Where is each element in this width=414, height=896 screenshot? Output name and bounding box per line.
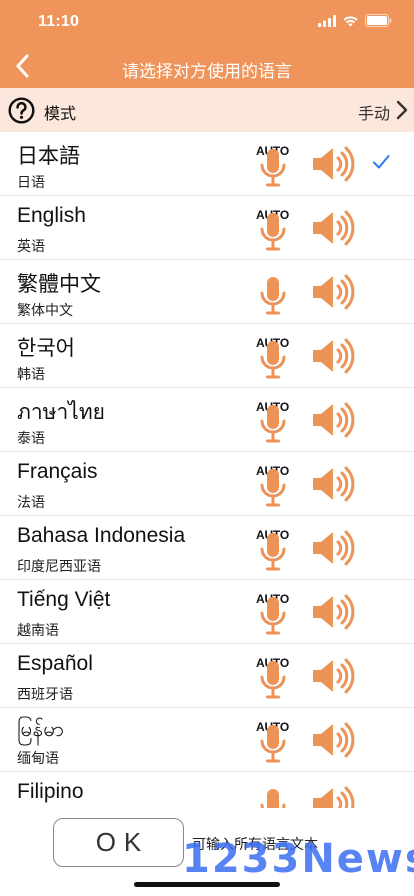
header: 11:10 请选择对方使用的语言 bbox=[0, 0, 414, 88]
page-title: 请选择对方使用的语言 bbox=[122, 62, 292, 81]
signal-icon bbox=[318, 14, 336, 27]
speaker-icon[interactable] bbox=[312, 594, 356, 630]
speaker-icon[interactable] bbox=[312, 466, 356, 502]
language-item[interactable]: Filipino bbox=[0, 772, 414, 808]
language-name: မြန်မာ bbox=[17, 718, 65, 741]
language-subtitle: 缅甸语 bbox=[17, 750, 59, 766]
microphone-icon[interactable] bbox=[259, 788, 287, 808]
question-circle-icon[interactable] bbox=[8, 97, 35, 124]
status-time: 11:10 bbox=[38, 13, 80, 30]
speaker-icon[interactable] bbox=[312, 722, 356, 758]
language-name: Español bbox=[17, 652, 93, 675]
language-item[interactable]: 繁體中文 繁体中文 bbox=[0, 260, 414, 324]
wifi-icon bbox=[343, 15, 358, 26]
microphone-icon[interactable] bbox=[259, 212, 287, 252]
language-subtitle: 西班牙语 bbox=[17, 686, 73, 702]
language-item[interactable]: Bahasa Indonesia 印度尼西亚语 AUTO bbox=[0, 516, 414, 580]
microphone-icon[interactable] bbox=[259, 724, 287, 764]
language-subtitle: 英语 bbox=[17, 238, 45, 254]
speaker-icon[interactable] bbox=[312, 658, 356, 694]
language-list: 日本語 日语 AUTO English 英语 AUTO bbox=[0, 132, 414, 808]
microphone-icon[interactable] bbox=[259, 532, 287, 572]
language-name: 日本語 bbox=[17, 145, 80, 168]
speaker-icon[interactable] bbox=[312, 530, 356, 566]
watermark-logo: 1233News bbox=[182, 836, 414, 882]
language-item[interactable]: ภาษาไทย 泰语 AUTO bbox=[0, 388, 414, 452]
language-subtitle: 日语 bbox=[17, 174, 45, 190]
language-item[interactable]: 한국어 韩语 AUTO bbox=[0, 324, 414, 388]
language-name: Tiếng Việt bbox=[17, 588, 111, 611]
language-item[interactable]: 日本語 日语 AUTO bbox=[0, 132, 414, 196]
microphone-icon[interactable] bbox=[259, 468, 287, 508]
checkmark-icon bbox=[373, 155, 390, 169]
bottom-bar: OK 可输入所有语言文本 1233News bbox=[0, 808, 414, 896]
language-subtitle: 泰语 bbox=[17, 430, 45, 446]
language-name: Bahasa Indonesia bbox=[17, 524, 186, 547]
microphone-icon[interactable] bbox=[259, 276, 287, 316]
language-item[interactable]: English 英语 AUTO bbox=[0, 196, 414, 260]
ok-button[interactable]: OK bbox=[53, 818, 184, 867]
language-item[interactable]: မြန်မာ 缅甸语 AUTO bbox=[0, 708, 414, 772]
language-name: Français bbox=[17, 460, 98, 483]
language-subtitle: 法语 bbox=[17, 494, 45, 510]
language-item[interactable]: Français 法语 AUTO bbox=[0, 452, 414, 516]
mode-value[interactable]: 手动 bbox=[358, 100, 390, 124]
battery-icon bbox=[365, 14, 392, 27]
speaker-icon[interactable] bbox=[312, 274, 356, 310]
speaker-icon[interactable] bbox=[312, 338, 356, 374]
speaker-icon[interactable] bbox=[312, 210, 356, 246]
language-name: 한국어 bbox=[17, 337, 75, 360]
mode-row[interactable]: 模式 手动 bbox=[0, 88, 414, 132]
home-indicator[interactable] bbox=[134, 882, 280, 887]
microphone-icon[interactable] bbox=[259, 340, 287, 380]
language-subtitle: 繁体中文 bbox=[17, 302, 73, 318]
language-subtitle: 越南语 bbox=[17, 622, 59, 638]
mode-label: 模式 bbox=[44, 106, 77, 123]
speaker-icon[interactable] bbox=[312, 146, 356, 182]
language-item[interactable]: Tiếng Việt 越南语 AUTO bbox=[0, 580, 414, 644]
speaker-icon[interactable] bbox=[312, 402, 356, 438]
chevron-right-icon[interactable] bbox=[396, 100, 408, 120]
language-subtitle: 印度尼西亚语 bbox=[17, 558, 101, 574]
language-name: English bbox=[17, 204, 86, 227]
microphone-icon[interactable] bbox=[259, 660, 287, 700]
language-name: ภาษาไทย bbox=[17, 401, 105, 424]
status-icons bbox=[318, 14, 392, 27]
language-name: 繁體中文 bbox=[17, 273, 101, 296]
microphone-icon[interactable] bbox=[259, 148, 287, 188]
language-subtitle: 韩语 bbox=[17, 366, 45, 382]
microphone-icon[interactable] bbox=[259, 596, 287, 636]
language-name: Filipino bbox=[17, 780, 84, 803]
speaker-icon[interactable] bbox=[312, 786, 356, 808]
microphone-icon[interactable] bbox=[259, 404, 287, 444]
language-item[interactable]: Español 西班牙语 AUTO bbox=[0, 644, 414, 708]
